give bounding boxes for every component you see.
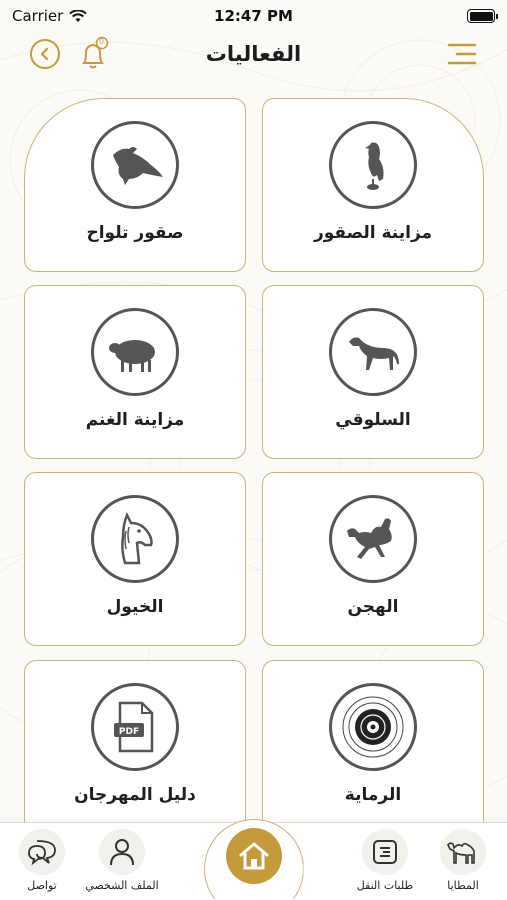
card-saluki[interactable]: السلوقي — [262, 285, 484, 459]
user-icon — [110, 839, 134, 866]
back-button[interactable] — [30, 39, 60, 69]
pdf-icon: PDF — [91, 683, 179, 771]
page-title: الفعاليات — [205, 42, 302, 66]
chevron-left-icon — [40, 47, 49, 61]
carrier-label: Carrier — [12, 7, 64, 25]
menu-button[interactable] — [447, 40, 477, 68]
horse-icon — [91, 495, 179, 583]
header: 0 الفعاليات — [0, 34, 507, 78]
notification-count: 0 — [99, 37, 105, 46]
nav-item-camels[interactable]: المطايا — [423, 829, 503, 892]
card-camel-race[interactable]: الهجن — [262, 472, 484, 646]
card-label: الهجن — [347, 597, 399, 617]
card-label: الخيول — [106, 597, 164, 617]
camel-race-icon — [329, 495, 417, 583]
card-shooting[interactable]: الرماية — [262, 660, 484, 834]
card-label: السلوقي — [335, 410, 411, 430]
nav-item-profile[interactable]: الملف الشخصي — [82, 829, 162, 892]
card-horses[interactable]: الخيول — [24, 472, 246, 646]
battery-icon — [467, 9, 498, 23]
home-button[interactable] — [203, 819, 304, 900]
notifications-button[interactable]: 0 — [76, 36, 110, 72]
camel-icon — [447, 842, 475, 864]
bell-icon — [82, 36, 109, 69]
nav-item-transport-requests[interactable]: طلبات النقل — [345, 829, 425, 892]
falcon-fly-icon — [91, 121, 179, 209]
card-label: الرماية — [344, 785, 402, 805]
card-falcon-contest[interactable]: مزاينة الصقور — [262, 98, 484, 272]
card-falcon-lure[interactable]: صقور تلواح — [24, 98, 246, 272]
target-icon — [329, 683, 417, 771]
status-time: 12:47 PM — [214, 7, 293, 25]
menu-icon — [447, 43, 477, 65]
chat-icon — [28, 840, 56, 866]
home-icon — [239, 842, 268, 870]
wifi-icon — [69, 9, 88, 22]
status-bar: Carrier 12:47 PM — [0, 0, 507, 32]
sheep-icon — [91, 308, 179, 396]
saluki-dog-icon — [329, 308, 417, 396]
card-label: مزاينة الغنم — [85, 410, 185, 430]
nav-item-contact[interactable]: تواصل — [2, 829, 82, 892]
card-label: دليل المهرجان — [74, 785, 196, 805]
card-label: صقور تلواح — [86, 223, 184, 243]
list-icon — [373, 840, 397, 864]
falcon-icon — [329, 121, 417, 209]
card-sheep-contest[interactable]: مزاينة الغنم — [24, 285, 246, 459]
card-festival-guide[interactable]: PDF دليل المهرجان — [24, 660, 246, 834]
svg-text:PDF: PDF — [119, 727, 139, 737]
card-label: مزاينة الصقور — [313, 223, 433, 243]
bottom-nav: المطايا طلبات النقل الملف الشخصي تواصل — [0, 819, 507, 900]
